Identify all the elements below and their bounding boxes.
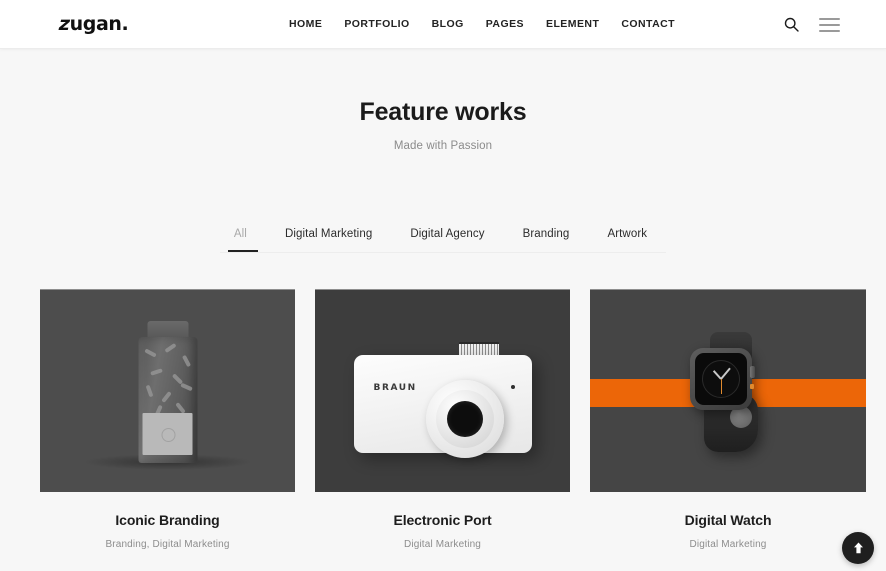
nav-item-home[interactable]: HOME [289,0,322,49]
camera-illustration: BRAUN [353,342,532,458]
watch-dial [702,360,740,398]
camera-lens-mid-ring [435,390,494,448]
site-header: zugan. HOME PORTFOLIO BLOG PAGES ELEMENT… [0,0,886,49]
page-title: Feature works [359,98,527,126]
hamburger-menu-icon[interactable] [819,17,840,32]
hamburger-bar-1 [819,17,840,20]
filter-tab-digital-marketing[interactable]: Digital Marketing [266,226,391,242]
portfolio-card-categories: Branding, Digital Marketing [105,539,230,550]
watch-crown [750,366,755,378]
portfolio-grid: Iconic Branding Branding, Digital Market… [40,289,886,550]
portfolio-card-digital-watch[interactable]: Digital Watch Digital Marketing [590,289,866,550]
portfolio-card-title[interactable]: Digital Watch [590,511,866,530]
watch-side-button [750,384,754,389]
watch-case [690,348,755,410]
portfolio-card-electronic-port[interactable]: BRAUN Electronic Port Digital Marketing [315,289,570,550]
portfolio-thumbnail-watch[interactable] [590,289,866,492]
camera-brand-label: BRAUN [373,383,417,393]
portfolio-filter-list: All Digital Marketing Digital Agency Bra… [219,226,667,253]
arrow-up-icon [853,542,863,554]
portfolio-card-categories: Digital Marketing [403,539,482,550]
filter-tab-all[interactable]: All [220,226,266,253]
search-icon[interactable] [784,17,799,32]
bottle-illustration [136,321,199,463]
portfolio-card-title[interactable]: Iconic Branding [40,511,295,530]
filter-tab-branding[interactable]: Branding [504,226,589,242]
portfolio-card-body: Digital Watch Digital Marketing [590,492,866,550]
site-logo[interactable]: zugan. [56,10,129,38]
bottle-contents [142,413,192,455]
portfolio-card-title[interactable]: Electronic Port [315,511,570,530]
portfolio-thumbnail-bottle[interactable] [40,289,295,492]
watch-screen [695,353,747,405]
portfolio-card-body: Electronic Port Digital Marketing [315,492,570,550]
nav-item-contact[interactable]: CONTACT [621,0,675,49]
portfolio-card-body: Iconic Branding Branding, Digital Market… [40,492,295,550]
portfolio-card-iconic-branding[interactable]: Iconic Branding Branding, Digital Market… [40,289,295,550]
portfolio-card-categories: Digital Marketing [689,539,767,550]
camera-body: BRAUN [353,355,532,458]
watch-second-hand [720,379,722,394]
nav-item-blog[interactable]: BLOG [432,0,464,49]
camera-lens-aperture [446,401,483,437]
nav-item-pages[interactable]: PAGES [486,0,524,49]
portfolio-thumbnail-camera[interactable]: BRAUN [315,289,570,492]
section-header: Feature works Made with Passion [0,95,886,152]
nav-item-portfolio[interactable]: PORTFOLIO [344,0,409,49]
logo-text: ugan. [69,13,129,35]
filter-tab-artwork[interactable]: Artwork [588,226,666,242]
portfolio-filter-bar: All Digital Marketing Digital Agency Bra… [0,226,886,253]
hamburger-bars [819,17,840,32]
camera-indicator-dot [510,385,515,389]
scroll-to-top-button[interactable] [842,532,874,564]
hamburger-bar-3 [819,29,840,32]
bottle-body [138,337,197,463]
hamburger-bar-2 [819,23,840,26]
nav-item-element[interactable]: ELEMENT [546,0,599,49]
camera-lens-outer-ring [425,380,504,458]
page-subtitle: Made with Passion [393,140,493,152]
main-navigation: HOME PORTFOLIO BLOG PAGES ELEMENT CONTAC… [289,0,675,49]
watch-illustration [688,332,768,452]
header-tools [784,0,840,49]
watch-minute-hand [720,367,731,380]
filter-tab-digital-agency[interactable]: Digital Agency [391,226,503,242]
